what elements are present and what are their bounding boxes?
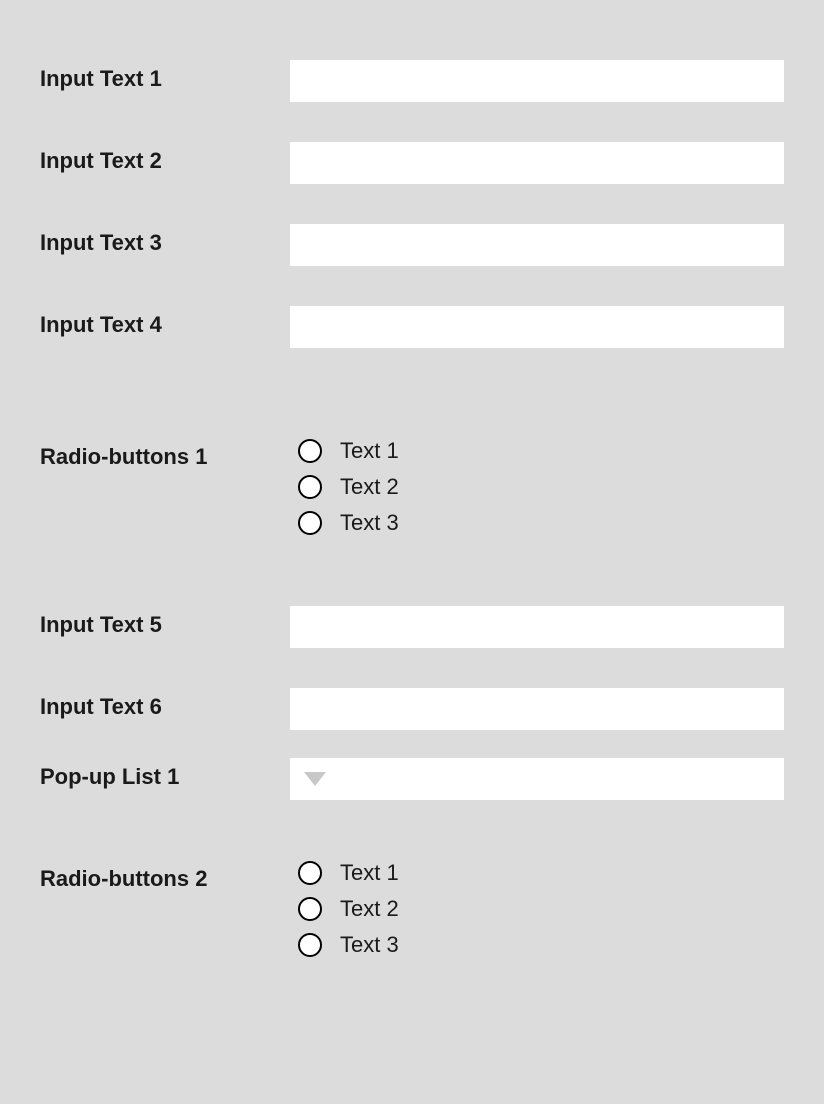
radio-circle-icon: [298, 897, 322, 921]
input-6-label: Input Text 6: [40, 688, 290, 720]
form-row-input-6: Input Text 6: [40, 688, 784, 730]
radio-group-1: Text 1 Text 2 Text 3: [290, 438, 784, 536]
radio-2-option-1[interactable]: Text 1: [298, 860, 784, 886]
form-row-input-3: Input Text 3: [40, 224, 784, 266]
radio-option-label: Text 3: [340, 932, 399, 958]
spacer: [40, 576, 784, 606]
form-row-radio-2: Radio-buttons 2 Text 1 Text 2 Text 3: [40, 860, 784, 958]
form-container: Input Text 1 Input Text 2 Input Text 3 I…: [0, 0, 824, 1038]
radio-1-option-2[interactable]: Text 2: [298, 474, 784, 500]
field-wrap: [290, 758, 784, 800]
radio-group-2: Text 1 Text 2 Text 3: [290, 860, 784, 958]
input-1-label: Input Text 1: [40, 60, 290, 92]
radio-circle-icon: [298, 933, 322, 957]
radio-2-label: Radio-buttons 2: [40, 860, 290, 892]
popup-1-label: Pop-up List 1: [40, 758, 290, 790]
field-wrap: [290, 306, 784, 348]
field-wrap: [290, 60, 784, 102]
field-wrap: [290, 224, 784, 266]
popup-list-1[interactable]: [290, 758, 784, 800]
form-row-input-5: Input Text 5: [40, 606, 784, 648]
radio-option-label: Text 2: [340, 474, 399, 500]
radio-1-label: Radio-buttons 1: [40, 438, 290, 470]
radio-option-label: Text 3: [340, 510, 399, 536]
form-row-input-2: Input Text 2: [40, 142, 784, 184]
radio-option-label: Text 2: [340, 896, 399, 922]
form-row-input-1: Input Text 1: [40, 60, 784, 102]
input-2-label: Input Text 2: [40, 142, 290, 174]
input-3-label: Input Text 3: [40, 224, 290, 256]
field-wrap: [290, 688, 784, 730]
radio-circle-icon: [298, 861, 322, 885]
input-text-2[interactable]: [290, 142, 784, 184]
spacer: [40, 388, 784, 438]
field-wrap: [290, 606, 784, 648]
form-row-input-4: Input Text 4: [40, 306, 784, 348]
input-text-6[interactable]: [290, 688, 784, 730]
radio-circle-icon: [298, 475, 322, 499]
chevron-down-icon: [304, 772, 326, 786]
radio-circle-icon: [298, 511, 322, 535]
input-text-4[interactable]: [290, 306, 784, 348]
radio-option-label: Text 1: [340, 860, 399, 886]
input-4-label: Input Text 4: [40, 306, 290, 338]
form-row-popup-1: Pop-up List 1: [40, 758, 784, 800]
radio-circle-icon: [298, 439, 322, 463]
radio-option-label: Text 1: [340, 438, 399, 464]
input-text-3[interactable]: [290, 224, 784, 266]
input-text-5[interactable]: [290, 606, 784, 648]
spacer: [40, 840, 784, 860]
radio-1-option-1[interactable]: Text 1: [298, 438, 784, 464]
radio-1-option-3[interactable]: Text 3: [298, 510, 784, 536]
input-text-1[interactable]: [290, 60, 784, 102]
input-5-label: Input Text 5: [40, 606, 290, 638]
field-wrap: [290, 142, 784, 184]
radio-2-option-2[interactable]: Text 2: [298, 896, 784, 922]
form-row-radio-1: Radio-buttons 1 Text 1 Text 2 Text 3: [40, 438, 784, 536]
radio-2-option-3[interactable]: Text 3: [298, 932, 784, 958]
